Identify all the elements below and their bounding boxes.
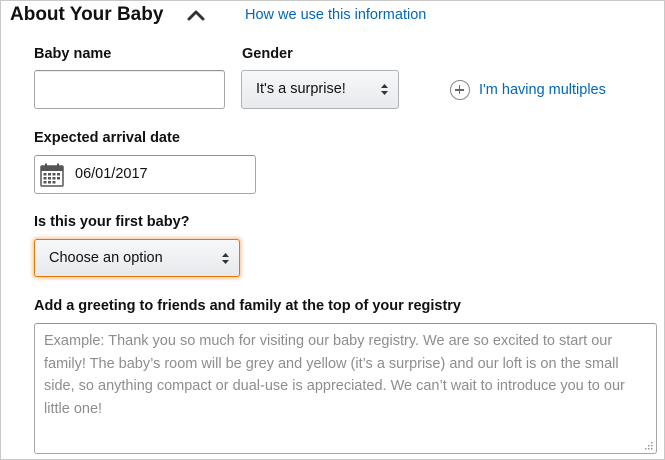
resize-grip-icon[interactable] — [643, 440, 653, 450]
baby-name-input[interactable] — [34, 70, 225, 109]
about-your-baby-panel: About Your Baby How we use this informat… — [0, 0, 665, 460]
baby-name-label: Baby name — [34, 46, 112, 62]
gender-select[interactable]: It's a surprise! — [241, 70, 399, 109]
greeting-placeholder: Example: Thank you so much for visiting … — [44, 333, 625, 417]
gender-label: Gender — [242, 46, 293, 62]
greeting-textarea[interactable]: Example: Thank you so much for visiting … — [34, 323, 657, 454]
select-arrows-icon — [222, 253, 229, 264]
arrival-date-field[interactable]: 06/01/2017 — [34, 155, 256, 194]
greeting-label: Add a greeting to friends and family at … — [34, 298, 461, 314]
section-title: About Your Baby — [10, 4, 164, 25]
first-baby-select[interactable]: Choose an option — [34, 239, 240, 277]
chevron-up-icon[interactable] — [187, 9, 205, 21]
having-multiples-link[interactable]: I'm having multiples — [479, 81, 606, 99]
plus-circle-icon[interactable] — [450, 80, 470, 100]
arrival-date-label: Expected arrival date — [34, 130, 180, 146]
select-arrows-icon — [381, 84, 388, 95]
calendar-icon[interactable] — [40, 163, 64, 187]
gender-selected-value: It's a surprise! — [256, 81, 346, 97]
first-baby-selected-value: Choose an option — [49, 250, 163, 266]
arrival-date-value[interactable]: 06/01/2017 — [75, 165, 148, 183]
first-baby-label: Is this your first baby? — [34, 214, 190, 230]
how-we-use-info-link[interactable]: How we use this information — [245, 6, 426, 24]
